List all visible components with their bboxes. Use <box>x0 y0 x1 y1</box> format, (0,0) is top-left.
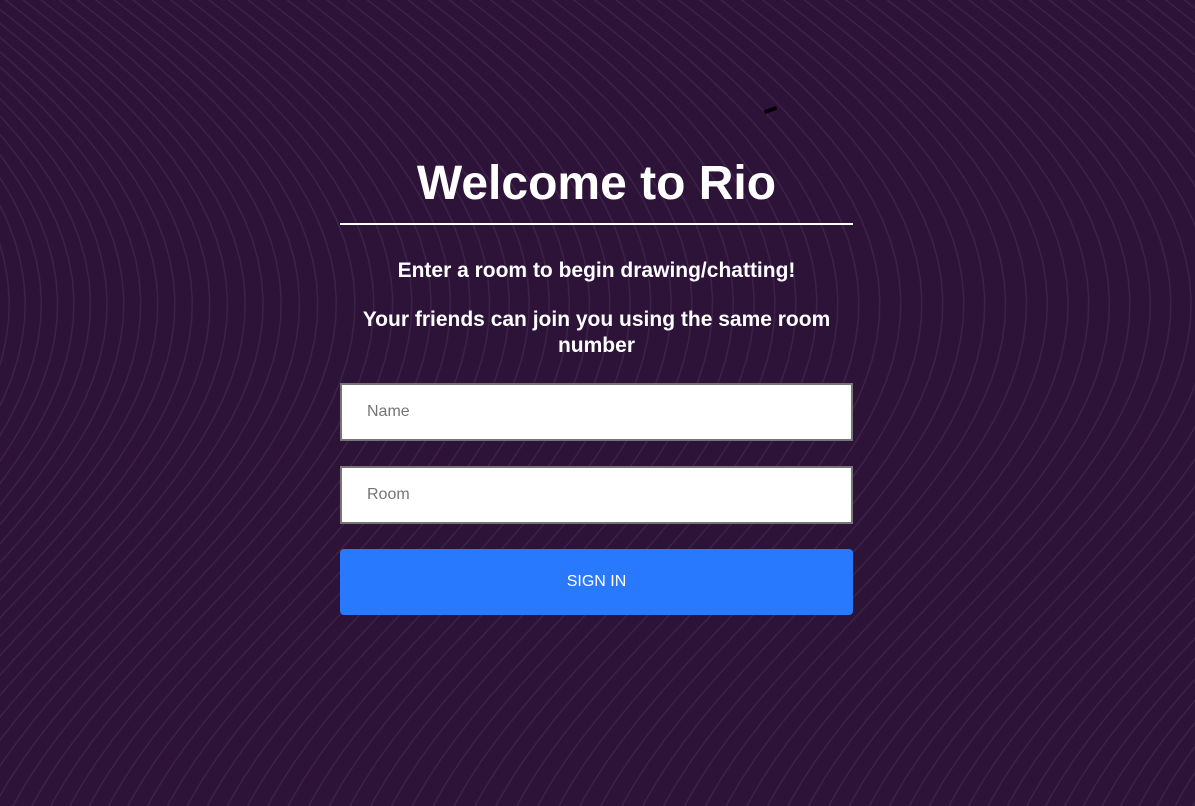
page-title: Welcome to Rio <box>416 157 777 210</box>
background-wave-line <box>12 0 356 806</box>
background-wave-line <box>888 0 1195 806</box>
background-wave-line <box>0 22 194 619</box>
join-form-panel: Welcome to Rio Enter a room to begin dra… <box>340 150 853 615</box>
name-input[interactable] <box>340 383 853 441</box>
background-wave-line <box>908 0 1195 806</box>
background-wave-line <box>31 0 375 806</box>
title-divider <box>340 223 853 225</box>
background-wave-line <box>0 97 108 526</box>
background-wave-line <box>0 81 125 545</box>
background-wave-line <box>1025 0 1195 806</box>
background-wave-line <box>1156 745 1195 806</box>
background-wave-line <box>1082 657 1195 806</box>
sign-in-button[interactable]: SIGN IN <box>340 549 853 615</box>
background-wave-line <box>987 0 1195 806</box>
instructions-text: Enter a room to begin drawing/chatting! <box>397 259 796 282</box>
background-wave-line <box>0 0 246 677</box>
share-room-text: Your friends can join you using the same… <box>362 308 831 357</box>
background-wave-line <box>807 0 1152 806</box>
background-wave-line <box>0 50 159 583</box>
background-wave-line <box>0 8 211 638</box>
background-wave-line <box>0 0 264 697</box>
background-wave-line <box>928 0 1195 806</box>
background-wave-line <box>948 0 1195 806</box>
room-input[interactable] <box>340 466 853 524</box>
